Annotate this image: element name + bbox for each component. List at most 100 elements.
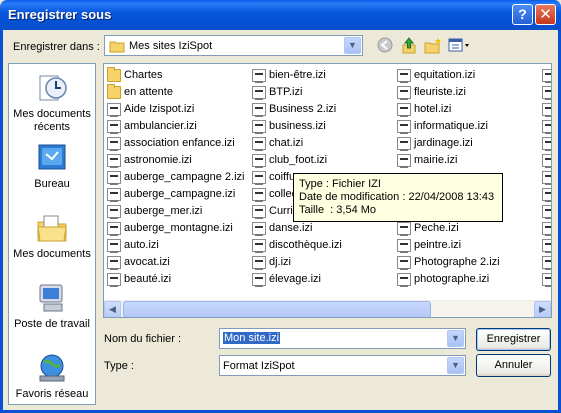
file-item[interactable]: Aide Izispot.izi [107, 101, 244, 118]
file-item-partial[interactable] [542, 152, 551, 169]
file-item[interactable]: fleuriste.izi [397, 84, 500, 101]
recent-documents-icon [36, 72, 68, 104]
file-item[interactable]: chat.izi [252, 135, 342, 152]
izi-file-icon [252, 86, 266, 100]
place-my-documents[interactable]: Mes documents [9, 212, 95, 261]
file-name: peintre.izi [414, 239, 462, 251]
scrollbar-thumb[interactable] [123, 301, 431, 317]
file-item[interactable]: hotel.izi [397, 101, 500, 118]
file-item-partial[interactable] [542, 237, 551, 254]
save-in-dropdown[interactable]: Mes sites IziSpot ▼ [104, 35, 363, 56]
izi-file-icon [252, 205, 266, 219]
scroll-right-button[interactable]: ▶ [534, 301, 551, 317]
place-my-computer[interactable]: Poste de travail [9, 282, 95, 331]
help-icon: ? [518, 6, 527, 22]
izi-file-icon [252, 154, 266, 168]
chevron-right-icon: ▶ [539, 304, 546, 314]
horizontal-scrollbar[interactable]: ◀ ▶ [104, 300, 551, 317]
file-item[interactable]: equitation.izi [397, 67, 500, 84]
file-item[interactable]: astronomie.izi [107, 152, 244, 169]
window-title: Enregistrer sous [8, 7, 112, 22]
izi-file-icon [107, 256, 121, 270]
chevron-down-icon[interactable]: ▼ [344, 37, 361, 54]
izi-file-icon [542, 86, 551, 100]
file-item[interactable]: discothèque.izi [252, 237, 342, 254]
place-label: Favoris réseau [15, 388, 89, 400]
place-label: Mes documents [13, 248, 91, 260]
save-button[interactable]: Enregistrer [476, 328, 551, 351]
file-item[interactable]: photographe.izi [397, 271, 500, 288]
izi-file-icon [252, 273, 266, 287]
file-item[interactable]: BTP.izi [252, 84, 342, 101]
filename-input[interactable]: Mon site.izi ▼ [219, 328, 466, 349]
title-bar[interactable]: Enregistrer sous ? ✕ [0, 0, 561, 30]
izi-file-icon [542, 103, 551, 117]
file-item[interactable]: beauté.izi [107, 271, 244, 288]
file-item[interactable]: auberge_mer.izi [107, 203, 244, 220]
file-item-partial[interactable] [542, 203, 551, 220]
file-item[interactable]: Business 2.izi [252, 101, 342, 118]
file-item[interactable]: peintre.izi [397, 237, 500, 254]
folder-item[interactable]: Chartes [107, 67, 244, 84]
izi-file-icon [397, 222, 411, 236]
back-icon[interactable] [376, 37, 394, 55]
file-item[interactable]: ambulancier.izi [107, 118, 244, 135]
chevron-down-icon[interactable]: ▼ [447, 330, 464, 347]
up-folder-icon[interactable] [400, 37, 418, 55]
file-name: informatique.izi [414, 120, 488, 132]
file-name: beauté.izi [124, 273, 172, 285]
folder-item[interactable]: en attente [107, 84, 244, 101]
file-name: photographe.izi [414, 273, 490, 285]
cancel-button[interactable]: Annuler [476, 354, 551, 377]
chevron-down-icon[interactable]: ▼ [447, 357, 464, 374]
file-item[interactable]: bien-être.izi [252, 67, 342, 84]
new-folder-icon[interactable] [424, 37, 442, 55]
file-item-partial[interactable] [542, 220, 551, 237]
place-recent-documents[interactable]: Mes documents récents [9, 72, 95, 134]
izi-file-icon [542, 171, 551, 185]
file-item[interactable]: informatique.izi [397, 118, 500, 135]
file-item[interactable]: association enfance.izi [107, 135, 244, 152]
file-item[interactable]: auberge_campagne 2.izi [107, 169, 244, 186]
file-item-partial[interactable] [542, 67, 551, 84]
folder-icon [107, 67, 121, 82]
place-network[interactable]: Favoris réseau [9, 352, 95, 401]
izi-file-icon [397, 103, 411, 117]
file-item[interactable]: danse.izi [252, 220, 342, 237]
file-item-partial[interactable] [542, 118, 551, 135]
file-item-partial[interactable] [542, 271, 551, 288]
file-name: auberge_mer.izi [124, 205, 203, 217]
file-item[interactable]: auberge_montagne.izi [107, 220, 244, 237]
izi-file-icon [252, 103, 266, 117]
file-item[interactable]: jardinage.izi [397, 135, 500, 152]
file-item[interactable]: Peche.izi [397, 220, 500, 237]
filename-value: Mon site.izi [223, 332, 281, 344]
izi-file-icon [252, 137, 266, 151]
file-item-partial[interactable] [542, 135, 551, 152]
izi-file-icon [397, 239, 411, 253]
file-item[interactable]: élevage.izi [252, 271, 342, 288]
close-button[interactable]: ✕ [535, 4, 556, 25]
place-desktop[interactable]: Bureau [9, 142, 95, 191]
file-item-partial[interactable] [542, 101, 551, 118]
file-item-partial[interactable] [542, 169, 551, 186]
file-item-partial[interactable] [542, 84, 551, 101]
file-item[interactable]: auberge_campagne.izi [107, 186, 244, 203]
file-item[interactable]: auto.izi [107, 237, 244, 254]
file-name: dj.izi [269, 256, 292, 268]
file-item[interactable]: business.izi [252, 118, 342, 135]
file-item[interactable]: Photographe 2.izi [397, 254, 500, 271]
scroll-left-button[interactable]: ◀ [104, 301, 121, 317]
views-menu-icon[interactable] [448, 37, 472, 55]
close-icon: ✕ [539, 6, 552, 23]
file-item[interactable]: mairie.izi [397, 152, 500, 169]
izi-file-icon [107, 137, 121, 151]
file-item-partial[interactable] [542, 254, 551, 271]
filetype-dropdown[interactable]: Format IziSpot ▼ [219, 355, 466, 376]
file-item-partial[interactable] [542, 186, 551, 203]
file-item[interactable]: dj.izi [252, 254, 342, 271]
help-button[interactable]: ? [512, 4, 533, 25]
file-item[interactable]: club_foot.izi [252, 152, 342, 169]
file-item[interactable]: avocat.izi [107, 254, 244, 271]
save-in-label: Enregistrer dans : [13, 41, 100, 53]
